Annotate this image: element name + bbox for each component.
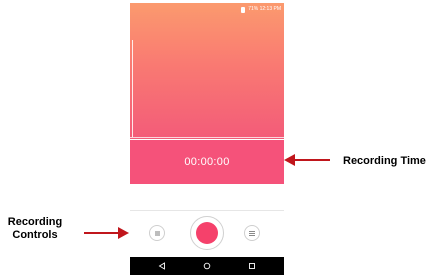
- record-icon: [196, 222, 218, 244]
- record-button[interactable]: [190, 216, 224, 250]
- recording-controls-arrow: [84, 227, 129, 239]
- recording-time-panel: 00:00:00: [130, 140, 284, 184]
- nav-home-button[interactable]: [201, 260, 213, 272]
- square-recents-icon: [248, 263, 255, 269]
- triangle-back-icon: [158, 262, 166, 270]
- stop-icon: [154, 230, 160, 236]
- recording-controls-label-line2: Controls: [12, 229, 58, 241]
- recording-time-arrow: [284, 154, 330, 166]
- recording-visualizer: 71% 12:13 PM: [130, 3, 284, 139]
- recordings-list-button[interactable]: [244, 225, 260, 241]
- recording-time: 00:00:00: [184, 156, 230, 168]
- list-icon: [249, 230, 255, 236]
- recording-time-label: Recording Time: [343, 155, 426, 167]
- phone-screen: 71% 12:13 PM 00:00:00: [130, 3, 284, 275]
- status-text: 71% 12:13 PM: [248, 6, 281, 12]
- recording-controls: [130, 216, 284, 250]
- waveform-baseline: [130, 137, 284, 138]
- annotated-screenshot: 71% 12:13 PM 00:00:00 Recording Time Rec…: [0, 0, 439, 275]
- circle-home-icon: [203, 262, 211, 270]
- nav-back-button[interactable]: [156, 260, 168, 272]
- stop-button[interactable]: [149, 225, 165, 241]
- battery-icon: [241, 6, 246, 13]
- controls-divider: [130, 210, 284, 211]
- navigation-bar: [130, 257, 284, 275]
- recording-controls-label: Recording Controls: [0, 216, 70, 242]
- nav-recents-button[interactable]: [246, 260, 258, 272]
- playhead-line: [132, 40, 133, 137]
- status-bar: 71% 12:13 PM: [241, 5, 281, 14]
- recording-controls-label-line1: Recording: [7, 216, 63, 228]
